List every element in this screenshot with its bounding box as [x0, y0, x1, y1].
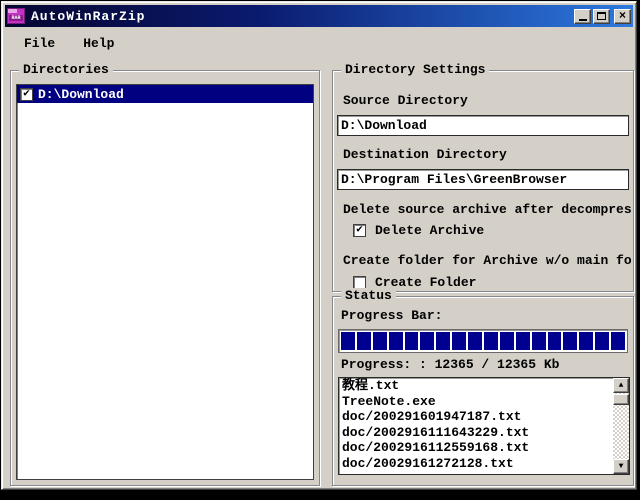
progress-segment	[389, 332, 403, 350]
progress-segment	[500, 332, 514, 350]
progress-segment	[532, 332, 546, 350]
progress-segment	[373, 332, 387, 350]
arrow-up-icon: ▲	[619, 381, 624, 390]
source-directory-input[interactable]	[337, 115, 629, 136]
progress-segment	[611, 332, 625, 350]
check-icon: ✔	[356, 225, 363, 236]
progress-segment	[452, 332, 466, 350]
check-icon: ✔	[23, 89, 30, 100]
progress-segment	[357, 332, 371, 350]
progress-segment	[420, 332, 434, 350]
delete-archive-checkbox[interactable]: ✔	[353, 224, 366, 237]
file-list: 教程.txtTreeNote.exedoc/200291601947187.tx…	[339, 378, 613, 474]
file-row[interactable]: doc/20029161272128.txt	[339, 456, 613, 472]
directory-list-item[interactable]: ✔ D:\Download	[17, 85, 313, 103]
menu-bar: File Help	[6, 31, 632, 55]
progress-segment	[516, 332, 530, 350]
file-row[interactable]: doc/2002916111643229.txt	[339, 425, 613, 441]
create-folder-question: Create folder for Archive w/o main fold	[343, 253, 631, 268]
directories-group: Directories ✔ D:\Download	[10, 70, 320, 486]
close-icon: ×	[619, 10, 626, 22]
menu-file[interactable]: File	[16, 34, 63, 53]
file-row[interactable]: doc/200291601947187.txt	[339, 409, 613, 425]
progress-segment	[579, 332, 593, 350]
delete-archive-label: Delete Archive	[375, 223, 484, 238]
file-row[interactable]: TreeNote.exe	[339, 394, 613, 410]
directory-checkbox[interactable]: ✔	[20, 88, 33, 101]
window-title: AutoWinRarZip	[31, 9, 145, 24]
file-row[interactable]: doc/2002916112559168.txt	[339, 440, 613, 456]
directory-settings-group: Directory Settings Source Directory Dest…	[332, 70, 634, 292]
directories-group-label: Directories	[19, 62, 113, 77]
file-list-scrollbar[interactable]: ▲ ▼	[613, 378, 629, 474]
file-listbox[interactable]: 教程.txtTreeNote.exedoc/200291601947187.tx…	[338, 377, 630, 475]
destination-directory-label: Destination Directory	[343, 147, 507, 162]
window-controls: ×	[572, 9, 631, 24]
destination-directory-input[interactable]	[337, 169, 629, 190]
scrollbar-thumb[interactable]	[613, 394, 629, 405]
minimize-icon	[579, 19, 587, 21]
app-icon: RAR	[7, 8, 25, 24]
progress-segment	[341, 332, 355, 350]
progress-bar	[338, 329, 628, 353]
directory-path: D:\Download	[38, 87, 124, 102]
arrow-down-icon: ▼	[619, 462, 624, 471]
progress-bar-label: Progress Bar:	[341, 308, 442, 323]
progress-segment	[548, 332, 562, 350]
maximize-button[interactable]	[593, 9, 610, 24]
app-window: RAR AutoWinRarZip × File Help Directorie…	[1, 1, 637, 490]
settings-group-label: Directory Settings	[341, 62, 489, 77]
progress-segment	[405, 332, 419, 350]
progress-segment	[468, 332, 482, 350]
source-directory-label: Source Directory	[343, 93, 468, 108]
title-bar: RAR AutoWinRarZip ×	[5, 5, 633, 27]
progress-segment	[484, 332, 498, 350]
close-button[interactable]: ×	[614, 9, 631, 24]
scroll-down-button[interactable]: ▼	[613, 459, 629, 474]
file-row[interactable]: 教程.txt	[339, 378, 613, 394]
progress-segment	[563, 332, 577, 350]
app-icon-label: RAR	[9, 15, 23, 21]
progress-segment	[436, 332, 450, 350]
scroll-up-button[interactable]: ▲	[613, 378, 629, 393]
menu-help[interactable]: Help	[75, 34, 122, 53]
minimize-button[interactable]	[574, 9, 591, 24]
directories-list[interactable]: ✔ D:\Download	[16, 84, 314, 480]
maximize-icon	[597, 12, 606, 20]
status-group: Status Progress Bar: Progress: : 12365 /…	[332, 296, 634, 486]
status-group-label: Status	[341, 288, 396, 303]
progress-text: Progress: : 12365 / 12365 Kb	[341, 357, 559, 372]
delete-archive-question: Delete source archive after decompress?	[343, 202, 631, 217]
progress-segment	[595, 332, 609, 350]
delete-archive-checkbox-row[interactable]: ✔ Delete Archive	[353, 223, 484, 238]
